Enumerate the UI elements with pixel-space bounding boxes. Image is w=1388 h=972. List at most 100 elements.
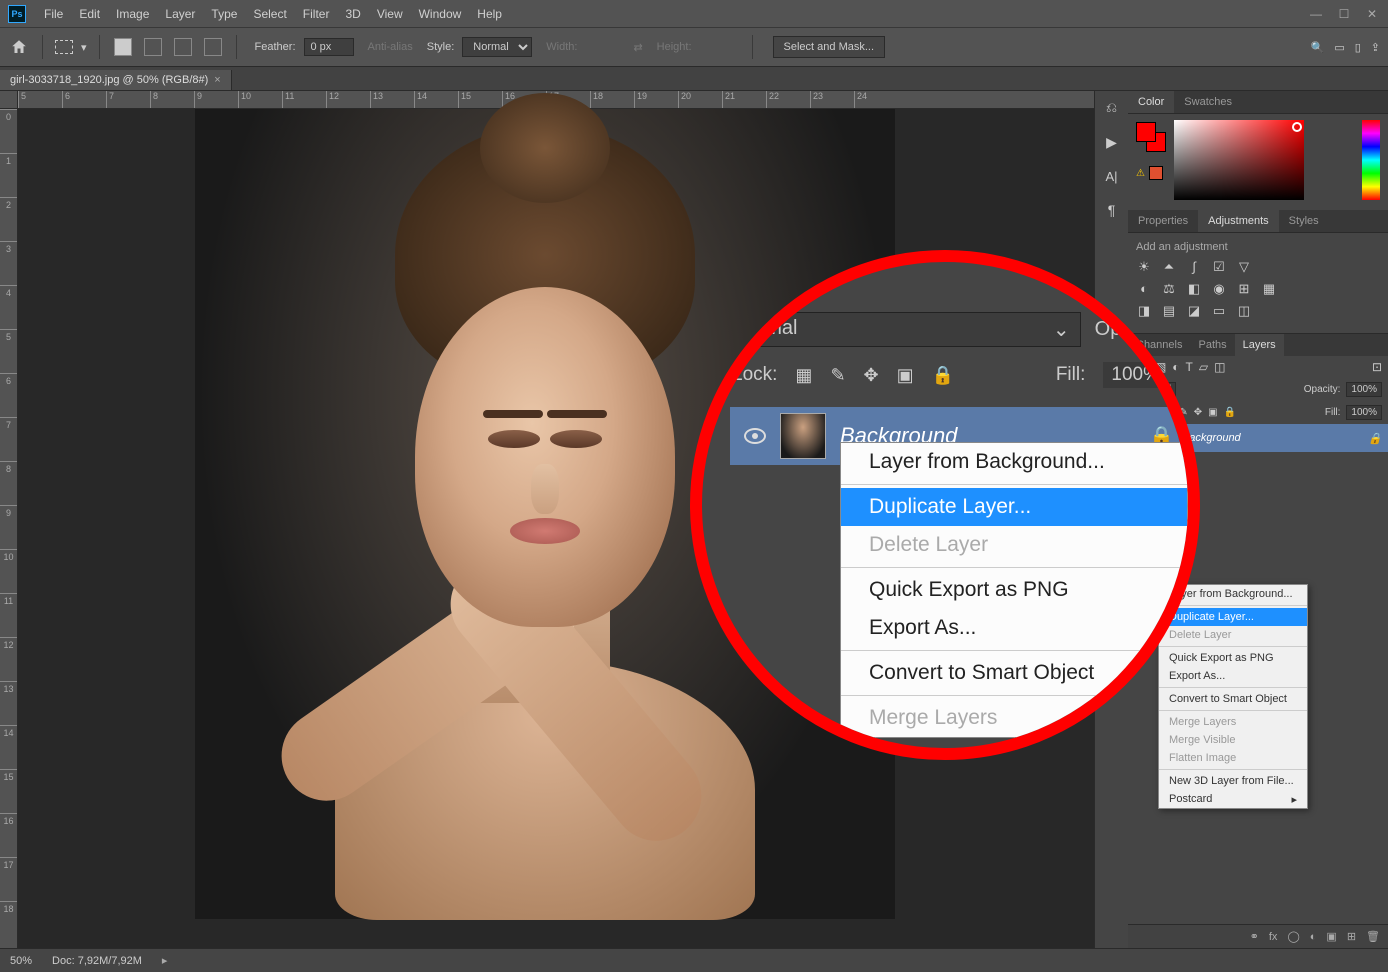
- magnified-lock-position-icon[interactable]: ✥: [864, 365, 879, 386]
- menu-edit[interactable]: Edit: [71, 7, 108, 21]
- history-icon[interactable]: ⎌: [1106, 99, 1117, 116]
- menu-image[interactable]: Image: [108, 7, 157, 21]
- color-panel: ⚠: [1128, 114, 1388, 210]
- character-icon[interactable]: A|: [1105, 169, 1117, 184]
- lock-artboard-icon[interactable]: ▣: [1208, 407, 1217, 418]
- vibrance-icon[interactable]: ▽: [1236, 259, 1252, 275]
- new-selection-icon[interactable]: [114, 38, 132, 56]
- menu-postcard[interactable]: Postcard▸: [1159, 790, 1307, 808]
- lock-position-icon[interactable]: ✥: [1194, 407, 1202, 418]
- magnified-menu-delete-layer: Delete Layer: [841, 526, 1187, 564]
- tab-properties[interactable]: Properties: [1128, 210, 1198, 232]
- select-and-mask-button[interactable]: Select and Mask...: [773, 36, 886, 58]
- subtract-selection-icon[interactable]: [174, 38, 192, 56]
- fill-value[interactable]: 100%: [1346, 405, 1382, 420]
- menu-type[interactable]: Type: [203, 7, 245, 21]
- tab-color[interactable]: Color: [1128, 91, 1174, 113]
- style-label: Style:: [427, 41, 455, 53]
- threshold-icon[interactable]: ◪: [1186, 303, 1202, 319]
- tab-swatches[interactable]: Swatches: [1174, 91, 1242, 113]
- menu-view[interactable]: View: [369, 7, 411, 21]
- channel-mixer-icon[interactable]: ⊞: [1236, 281, 1252, 297]
- magnified-layer-thumbnail[interactable]: [780, 413, 826, 459]
- gradient-map-icon[interactable]: ▭: [1211, 303, 1227, 319]
- search-icon[interactable]: 🔍: [1311, 41, 1325, 54]
- menu-bar: Ps File Edit Image Layer Type Select Fil…: [0, 0, 1388, 27]
- arrange-icon[interactable]: ▯: [1355, 41, 1361, 54]
- paragraph-icon[interactable]: ¶: [1108, 202, 1116, 218]
- document-tab[interactable]: girl-3033718_1920.jpg @ 50% (RGB/8#) ×: [0, 70, 232, 90]
- magnified-lock-all-icon[interactable]: 🔒: [932, 365, 954, 386]
- link-layers-icon[interactable]: ⚭: [1250, 930, 1259, 943]
- new-adjustment-icon[interactable]: ◐: [1310, 931, 1317, 943]
- menu-file[interactable]: File: [36, 7, 71, 21]
- menu-filter[interactable]: Filter: [295, 7, 338, 21]
- bw-icon[interactable]: ◧: [1186, 281, 1202, 297]
- fill-label: Fill:: [1325, 407, 1341, 418]
- delete-layer-icon[interactable]: 🗑: [1366, 930, 1380, 943]
- magnified-lock-artboard-icon[interactable]: ▣: [897, 365, 914, 386]
- magnified-lock-transparency-icon[interactable]: ▦: [795, 365, 812, 386]
- menu-window[interactable]: Window: [411, 7, 470, 21]
- photo-filter-icon[interactable]: ◉: [1211, 281, 1227, 297]
- curves-icon[interactable]: ∫: [1186, 259, 1202, 275]
- tab-styles[interactable]: Styles: [1279, 210, 1329, 232]
- filter-shape-icon[interactable]: ▱: [1199, 360, 1208, 374]
- magnified-menu-duplicate-layer[interactable]: Duplicate Layer...: [841, 488, 1187, 526]
- magnified-menu-export-as[interactable]: Export As...: [841, 609, 1187, 647]
- lock-all-icon[interactable]: 🔒: [1224, 407, 1236, 418]
- zoom-level[interactable]: 50%: [10, 955, 32, 967]
- menu-3d[interactable]: 3D: [337, 7, 368, 21]
- options-bar: ▾ Feather: Anti-alias Style: Normal Widt…: [0, 27, 1388, 67]
- filter-smart-icon[interactable]: ◫: [1214, 360, 1225, 374]
- color-lookup-icon[interactable]: ▦: [1261, 281, 1277, 297]
- magnified-lock-pixels-icon[interactable]: ✎: [830, 365, 845, 386]
- menu-new-3d-layer[interactable]: New 3D Layer from File...: [1159, 772, 1307, 790]
- intersect-selection-icon[interactable]: [204, 38, 222, 56]
- chevron-down-icon[interactable]: ▾: [81, 41, 87, 54]
- status-flyout-icon[interactable]: ▸: [162, 954, 168, 967]
- layer-fx-icon[interactable]: fx: [1269, 931, 1278, 943]
- minimize-icon[interactable]: —: [1308, 7, 1324, 21]
- play-icon[interactable]: ▶: [1106, 134, 1117, 151]
- close-tab-icon[interactable]: ×: [214, 74, 220, 86]
- layer-mask-icon[interactable]: ◯: [1287, 930, 1299, 943]
- new-group-icon[interactable]: ▣: [1326, 930, 1336, 943]
- magnified-menu-layer-from-bg[interactable]: Layer from Background...: [841, 443, 1187, 481]
- marquee-tool-icon[interactable]: [55, 40, 73, 54]
- foreground-color-swatch[interactable]: [1136, 122, 1156, 142]
- doc-size[interactable]: Doc: 7,92M/7,92M: [52, 955, 142, 967]
- exposure-icon[interactable]: ☑: [1211, 259, 1227, 275]
- close-icon[interactable]: ✕: [1364, 7, 1380, 21]
- selective-color-icon[interactable]: ◫: [1236, 303, 1252, 319]
- share-icon[interactable]: ⇪: [1371, 41, 1380, 54]
- menu-layer[interactable]: Layer: [157, 7, 203, 21]
- hue-slider[interactable]: [1362, 120, 1380, 200]
- new-layer-icon[interactable]: ⊞: [1347, 930, 1356, 943]
- magnified-menu-convert-smart[interactable]: Convert to Smart Object: [841, 654, 1187, 692]
- home-button[interactable]: [8, 36, 30, 58]
- feather-input[interactable]: [304, 38, 354, 56]
- menu-select[interactable]: Select: [245, 7, 294, 21]
- gamut-swatch[interactable]: [1149, 166, 1163, 180]
- gamut-warning-icon[interactable]: ⚠: [1136, 168, 1145, 179]
- filter-toggle-icon[interactable]: ⊡: [1372, 360, 1382, 374]
- magnified-menu-quick-export[interactable]: Quick Export as PNG: [841, 571, 1187, 609]
- tab-paths[interactable]: Paths: [1190, 334, 1234, 356]
- magnified-visibility-icon[interactable]: [744, 428, 766, 444]
- menu-help[interactable]: Help: [469, 7, 510, 21]
- tab-layers[interactable]: Layers: [1235, 334, 1284, 356]
- magnified-fill-value[interactable]: 100%: [1103, 362, 1168, 388]
- opacity-value[interactable]: 100%: [1346, 382, 1382, 397]
- workspace-icon[interactable]: ▭: [1334, 41, 1344, 54]
- maximize-icon[interactable]: ☐: [1336, 7, 1352, 21]
- color-field[interactable]: [1174, 120, 1304, 200]
- magnified-blend-select[interactable]: Normal⌄: [722, 312, 1081, 347]
- foreground-background-swatches[interactable]: [1136, 122, 1166, 152]
- magnified-fill-label: Fill:: [1056, 364, 1086, 386]
- tab-adjustments[interactable]: Adjustments: [1198, 210, 1279, 232]
- style-select[interactable]: Normal: [462, 37, 532, 57]
- adjustments-hint: Add an adjustment: [1136, 241, 1380, 253]
- add-selection-icon[interactable]: [144, 38, 162, 56]
- app-icon: Ps: [8, 5, 26, 23]
